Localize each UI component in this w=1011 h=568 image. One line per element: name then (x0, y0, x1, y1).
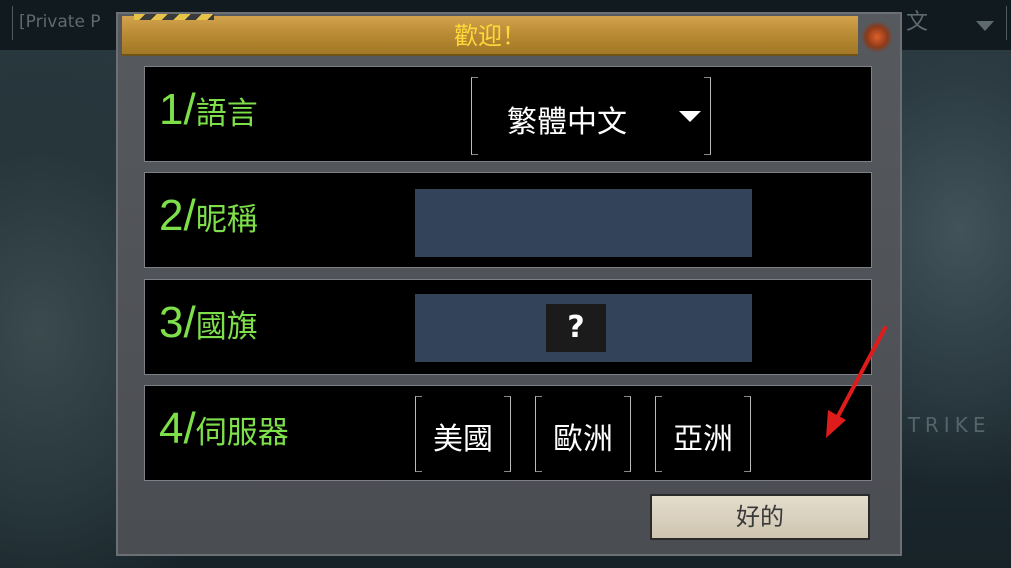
row-label: 伺服器 (195, 415, 289, 450)
language-row-label: 1/語言 (159, 85, 258, 134)
flag-selector[interactable]: ? (415, 294, 752, 362)
corner-light (862, 22, 892, 52)
ok-button[interactable]: 好的 (650, 494, 870, 540)
dialog-title-bar: 歡迎！ (122, 14, 858, 56)
server-option-asia[interactable]: 亞洲 (655, 396, 751, 472)
server-option-usa[interactable]: 美國 (415, 396, 511, 472)
row-number: 2 (159, 191, 184, 240)
server-option-label: 歐洲 (553, 423, 613, 456)
row-label: 昵稱 (195, 202, 258, 237)
nickname-row-label: 2/昵稱 (159, 191, 258, 240)
dialog-title: 歡迎！ (454, 22, 526, 50)
background-watermark: STRIKE (890, 413, 991, 437)
flag-unknown-button[interactable]: ? (546, 304, 606, 352)
row-label: 語言 (195, 96, 258, 131)
language-selected-value: 繁體中文 (507, 106, 627, 139)
room-name-label: [Private P (12, 6, 119, 40)
background-language-dropdown: 文 (896, 6, 1007, 40)
welcome-dialog: 歡迎！ 1/語言 繁體中文 2/昵稱 3/國旗 ? 4/伺服器 美國 歐洲 亞洲… (116, 12, 902, 556)
background-language-text: 文 (906, 10, 929, 35)
nickname-input[interactable] (415, 189, 752, 257)
server-option-label: 美國 (433, 423, 493, 456)
server-row-label: 4/伺服器 (159, 404, 289, 453)
server-row: 4/伺服器 美國 歐洲 亞洲 (144, 385, 872, 481)
chevron-down-icon (976, 21, 994, 31)
row-label: 國旗 (195, 309, 258, 344)
nickname-row: 2/昵稱 (144, 172, 872, 268)
server-option-europe[interactable]: 歐洲 (535, 396, 631, 472)
row-number: 3 (159, 298, 184, 347)
language-dropdown[interactable]: 繁體中文 (471, 77, 711, 155)
row-number: 1 (159, 85, 184, 134)
server-option-label: 亞洲 (673, 423, 733, 456)
row-number: 4 (159, 404, 184, 453)
flag-row-label: 3/國旗 (159, 298, 258, 347)
language-row: 1/語言 繁體中文 (144, 66, 872, 162)
flag-row: 3/國旗 ? (144, 279, 872, 375)
chevron-down-icon (679, 111, 701, 122)
